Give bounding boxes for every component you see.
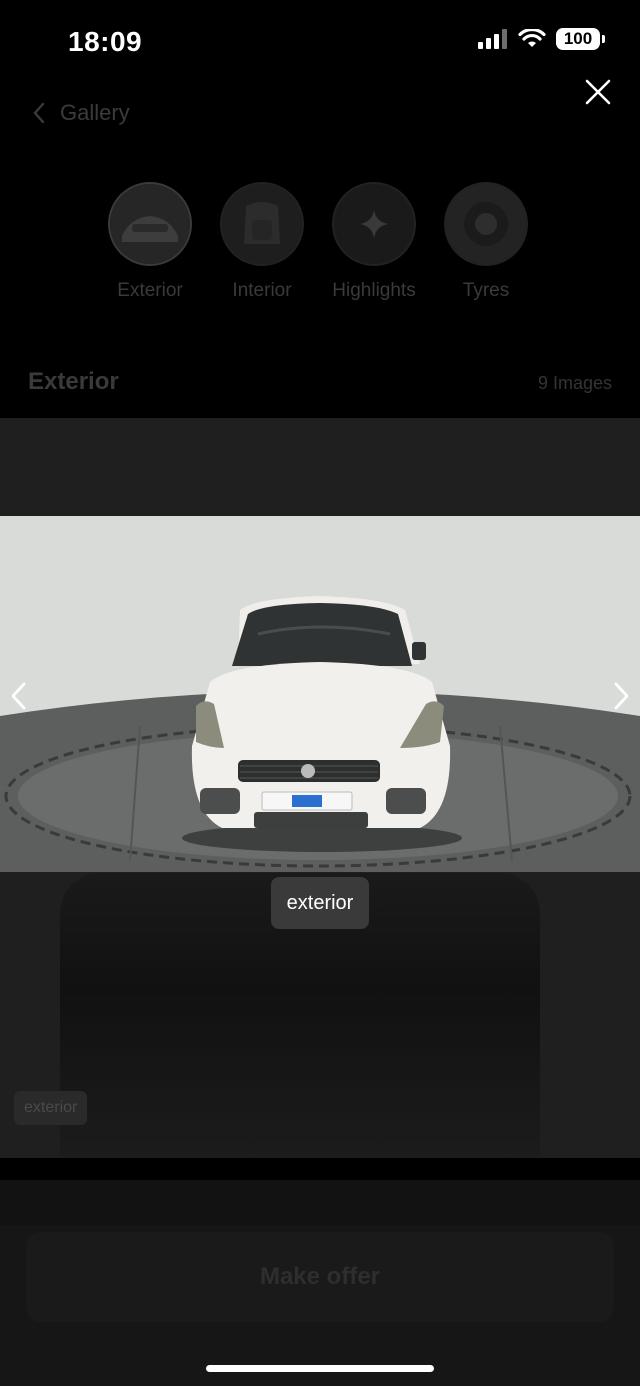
- section-header: Exterior 9 Images: [28, 368, 612, 396]
- next-image-button[interactable]: [606, 676, 636, 716]
- tab-tyres-label: Tyres: [462, 280, 510, 301]
- chevron-left-icon: [11, 682, 26, 710]
- back-button[interactable]: Gallery: [32, 100, 130, 126]
- car-exterior-thumbnail: [108, 182, 192, 266]
- back-label: Gallery: [60, 100, 130, 125]
- tyre-thumbnail: [444, 182, 528, 266]
- sparkle-icon: [334, 184, 414, 264]
- highlights-thumbnail: [332, 182, 416, 266]
- tab-exterior[interactable]: Exterior: [108, 182, 192, 302]
- close-icon: [585, 79, 611, 105]
- chevron-left-icon: [33, 102, 45, 124]
- make-offer-button[interactable]: Make offer: [26, 1232, 614, 1322]
- tab-highlights[interactable]: Highlights: [332, 182, 416, 302]
- close-button[interactable]: [578, 72, 618, 112]
- car-exterior-photo[interactable]: [0, 516, 640, 872]
- image-caption-chip: exterior: [271, 877, 369, 929]
- tab-tyres[interactable]: Tyres: [444, 182, 528, 302]
- category-tabs: Exterior Interior Highlights Tyres: [108, 182, 528, 302]
- car-interior-thumbnail: [220, 182, 304, 266]
- tab-interior-label: Interior: [232, 280, 292, 301]
- tab-exterior-label: Exterior: [117, 280, 183, 301]
- image-count: 9 Images: [537, 373, 612, 393]
- home-indicator[interactable]: [206, 1365, 434, 1372]
- tab-highlights-label: Highlights: [332, 280, 416, 301]
- chevron-right-icon: [614, 682, 629, 710]
- previous-image-button[interactable]: [4, 676, 34, 716]
- image-caption: exterior: [14, 1091, 88, 1125]
- tab-interior[interactable]: Interior: [220, 182, 304, 302]
- section-title: Exterior: [28, 368, 119, 395]
